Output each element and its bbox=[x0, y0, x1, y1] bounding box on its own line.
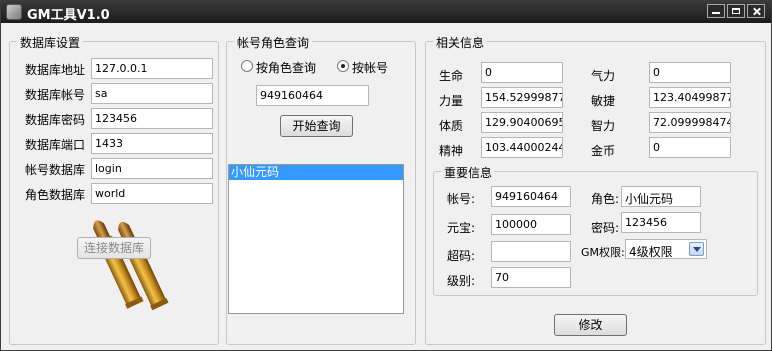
radio-by-account-label[interactable]: 按帐号 bbox=[352, 59, 388, 76]
stat-gold-field[interactable]: 0 bbox=[649, 137, 731, 158]
account-field[interactable]: 949160464 bbox=[491, 186, 571, 207]
gm-permission-value: 4级权限 bbox=[629, 245, 673, 259]
stat-hp-field[interactable]: 0 bbox=[481, 62, 563, 83]
close-button[interactable] bbox=[747, 4, 765, 18]
results-list[interactable]: 小仙元码 bbox=[228, 164, 404, 314]
stat-con-field[interactable]: 129.904006958 bbox=[481, 112, 563, 133]
stat-spi-field[interactable]: 103.440002441 bbox=[481, 137, 563, 158]
window-title: GM工具V1.0 bbox=[27, 8, 110, 23]
role-db-field[interactable]: world bbox=[91, 183, 213, 204]
stat-int-label: 智力 bbox=[591, 119, 616, 133]
password-field[interactable]: 123456 bbox=[621, 212, 701, 233]
minimize-button[interactable] bbox=[707, 4, 725, 18]
supercode-label: 超码: bbox=[447, 249, 476, 263]
maximize-button[interactable] bbox=[727, 4, 745, 18]
modify-button[interactable]: 修改 bbox=[554, 314, 627, 336]
account-label: 帐号: bbox=[447, 192, 476, 206]
window-controls bbox=[707, 4, 765, 18]
radio-by-role[interactable] bbox=[241, 60, 253, 72]
stat-int-field[interactable]: 72.0999984741 bbox=[649, 112, 731, 133]
yuanbao-label: 元宝: bbox=[447, 221, 476, 235]
role-label: 角色: bbox=[591, 192, 620, 206]
stat-con-label: 体质 bbox=[439, 119, 464, 133]
radio-by-role-label[interactable]: 按角色查询 bbox=[256, 59, 316, 76]
db-port-label: 数据库端口 bbox=[25, 138, 86, 152]
main-window: GM工具V1.0 数据库设置 数据库地址 127.0.0.1 数据库帐号 sa … bbox=[0, 0, 772, 351]
db-settings-title: 数据库设置 bbox=[17, 34, 84, 51]
stat-spi-label: 精神 bbox=[439, 144, 464, 158]
radio-by-account[interactable] bbox=[337, 60, 349, 72]
account-db-field[interactable]: login bbox=[91, 158, 213, 179]
db-password-field[interactable]: 123456 bbox=[91, 108, 213, 129]
bullets-image bbox=[93, 220, 169, 311]
stat-gold-label: 金币 bbox=[591, 144, 616, 158]
db-account-field[interactable]: sa bbox=[91, 83, 213, 104]
db-address-label: 数据库地址 bbox=[25, 63, 86, 77]
start-query-button[interactable]: 开始查询 bbox=[280, 115, 353, 137]
app-icon bbox=[6, 4, 22, 20]
password-label: 密码: bbox=[591, 221, 620, 235]
db-port-field[interactable]: 1433 bbox=[91, 133, 213, 154]
db-password-label: 数据库密码 bbox=[25, 113, 86, 127]
list-item[interactable]: 小仙元码 bbox=[229, 165, 403, 180]
stat-hp-label: 生命 bbox=[439, 69, 464, 83]
role-field[interactable]: 小仙元码 bbox=[621, 186, 701, 207]
db-address-field[interactable]: 127.0.0.1 bbox=[91, 58, 213, 79]
title-bar[interactable]: GM工具V1.0 bbox=[1, 1, 771, 23]
level-label: 级别: bbox=[447, 274, 476, 288]
role-db-label: 角色数据库 bbox=[25, 188, 86, 202]
db-account-label: 数据库帐号 bbox=[25, 88, 86, 102]
stat-str-field[interactable]: 154.529998779 bbox=[481, 87, 563, 108]
stat-str-label: 力量 bbox=[439, 94, 464, 108]
yuanbao-field[interactable]: 100000 bbox=[491, 214, 571, 235]
query-title: 帐号角色查询 bbox=[234, 34, 313, 51]
query-input[interactable]: 949160464 bbox=[256, 85, 369, 106]
account-db-label: 帐号数据库 bbox=[25, 163, 86, 177]
stat-agi-field[interactable]: 123.404998779 bbox=[649, 87, 731, 108]
stat-agi-label: 敏捷 bbox=[591, 94, 616, 108]
gm-permission-select[interactable]: 4级权限 bbox=[625, 239, 707, 259]
level-field[interactable]: 70 bbox=[491, 267, 571, 288]
chevron-down-icon[interactable] bbox=[689, 242, 704, 256]
supercode-field[interactable] bbox=[491, 241, 571, 262]
important-title: 重要信息 bbox=[441, 164, 496, 181]
info-title: 相关信息 bbox=[433, 34, 488, 51]
stat-mp-label: 气力 bbox=[591, 69, 616, 83]
gm-permission-label: GM权限: bbox=[581, 246, 625, 259]
stat-mp-field[interactable]: 0 bbox=[649, 62, 731, 83]
connect-db-button[interactable]: 连接数据库 bbox=[77, 237, 151, 259]
